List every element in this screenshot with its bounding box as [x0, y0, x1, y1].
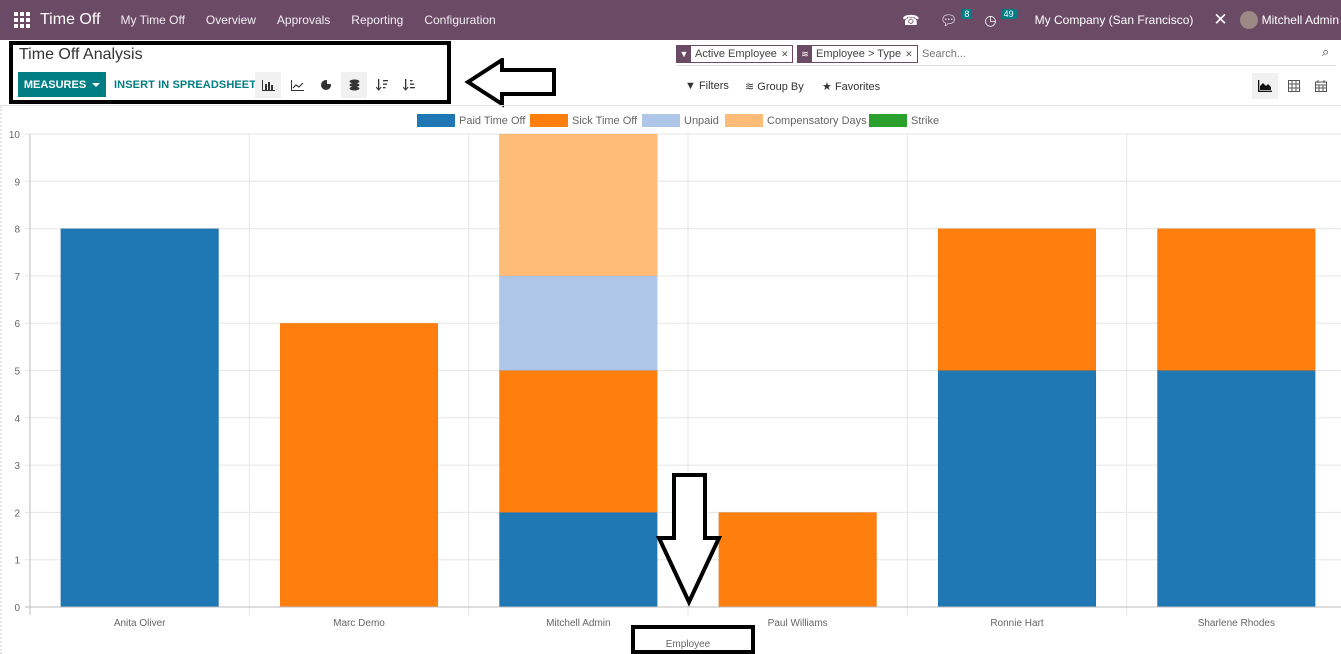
- view-calendar-button[interactable]: [1308, 73, 1334, 99]
- y-tick-label: 4: [14, 414, 20, 425]
- facet-groupby-employee-type[interactable]: ≋ Employee > Type ✕: [797, 45, 918, 63]
- messages-badge: 8: [961, 9, 973, 19]
- messages-icon[interactable]: 💬︎: [940, 12, 958, 29]
- layers-icon: ≋: [798, 46, 812, 62]
- app-menu-icon[interactable]: [14, 12, 30, 28]
- debug-tools-icon[interactable]: ✕: [1213, 10, 1227, 30]
- y-tick-label: 1: [14, 556, 20, 567]
- facet-label: Employee > Type: [816, 48, 902, 60]
- menu-my-time-off[interactable]: My Time Off: [120, 13, 184, 27]
- bar-segment: [937, 370, 1097, 608]
- y-tick-label: 2: [14, 508, 20, 519]
- area-chart-icon: [1258, 80, 1272, 92]
- x-tick-label: Sharlene Rhodes: [1198, 618, 1275, 629]
- x-tick-label: Anita Oliver: [114, 618, 166, 629]
- user-avatar[interactable]: [1239, 11, 1258, 29]
- top-navbar: Time Off My Time Off Overview Approvals …: [0, 0, 1341, 40]
- filter-icon: ▼: [677, 46, 691, 62]
- bar-segment: [937, 228, 1097, 371]
- y-tick-label: 7: [14, 272, 20, 283]
- bar-segment: [499, 133, 658, 277]
- calendar-icon: [1315, 80, 1327, 92]
- annotation-left-arrow: [464, 58, 556, 108]
- favorites-button[interactable]: ★ Favorites: [822, 80, 880, 93]
- annotation-highlight-box: [9, 41, 451, 104]
- x-tick-label: Mitchell Admin: [546, 618, 610, 629]
- x-tick-label: Marc Demo: [333, 618, 385, 629]
- legend-swatch: [642, 114, 680, 127]
- group-by-label: Group By: [757, 81, 804, 93]
- y-tick-label: 9: [14, 177, 20, 188]
- phone-icon[interactable]: ☎: [902, 12, 919, 29]
- layers-icon: ≋: [745, 81, 755, 93]
- annotation-down-arrow: [655, 473, 723, 607]
- facet-active-employee[interactable]: ▼ Active Employee ✕: [676, 45, 794, 63]
- legend-label: Unpaid: [684, 115, 719, 127]
- legend-label: Strike: [911, 115, 939, 127]
- activities-icon[interactable]: ◷: [984, 12, 996, 29]
- filter-icon: ▼: [685, 80, 696, 92]
- bar-segment: [279, 322, 439, 608]
- y-tick-label: 10: [9, 130, 21, 141]
- bar-segment: [1157, 370, 1316, 608]
- y-tick-label: 0: [14, 603, 20, 614]
- y-tick-label: 6: [14, 319, 20, 330]
- search-input[interactable]: [922, 45, 1317, 63]
- legend-label: Sick Time Off: [572, 115, 638, 127]
- legend-swatch: [725, 114, 763, 127]
- app-name[interactable]: Time Off: [40, 11, 100, 29]
- bar-segment: [1157, 228, 1316, 371]
- remove-facet-icon[interactable]: ✕: [781, 46, 793, 62]
- view-graph-button[interactable]: [1252, 73, 1278, 99]
- activities-badge: 49: [1000, 9, 1017, 19]
- bar-segment: [499, 275, 658, 371]
- star-icon: ★: [822, 81, 832, 93]
- bar-segment: [499, 512, 658, 608]
- user-menu[interactable]: Mitchell Admin: [1262, 13, 1339, 27]
- legend-label: Compensatory Days: [767, 115, 867, 127]
- company-switcher[interactable]: My Company (San Francisco): [1035, 13, 1194, 27]
- legend-swatch: [869, 114, 907, 127]
- pivot-table-icon: [1288, 80, 1300, 92]
- annotation-xlabel-box: [631, 625, 755, 654]
- bar-segment: [718, 512, 877, 608]
- y-tick-label: 8: [14, 225, 20, 236]
- view-pivot-button[interactable]: [1281, 73, 1307, 99]
- menu-reporting[interactable]: Reporting: [351, 13, 403, 27]
- menu-overview[interactable]: Overview: [206, 13, 256, 27]
- legend-swatch: [417, 114, 455, 127]
- legend-swatch: [530, 114, 568, 127]
- facet-label: Active Employee: [695, 48, 777, 60]
- search-icon[interactable]: ⌕: [1322, 44, 1329, 60]
- y-tick-label: 5: [14, 367, 20, 378]
- filters-label: Filters: [698, 80, 729, 92]
- filters-button[interactable]: ▼ Filters: [685, 80, 729, 92]
- search-underline: [676, 65, 1336, 66]
- chart-legend: Paid Time Off Sick Time Off Unpaid Compensa…: [417, 114, 939, 127]
- x-tick-label: Ronnie Hart: [990, 618, 1044, 629]
- bar-segment: [60, 228, 219, 608]
- remove-facet-icon[interactable]: ✕: [905, 46, 917, 62]
- menu-approvals[interactable]: Approvals: [277, 13, 330, 27]
- group-by-button[interactable]: ≋ Group By: [745, 80, 804, 93]
- favorites-label: Favorites: [834, 81, 881, 93]
- legend-label: Paid Time Off: [459, 115, 526, 127]
- menu-configuration[interactable]: Configuration: [424, 13, 495, 27]
- bar-segment: [499, 370, 658, 513]
- x-tick-label: Paul Williams: [768, 618, 828, 629]
- y-tick-label: 3: [14, 461, 20, 472]
